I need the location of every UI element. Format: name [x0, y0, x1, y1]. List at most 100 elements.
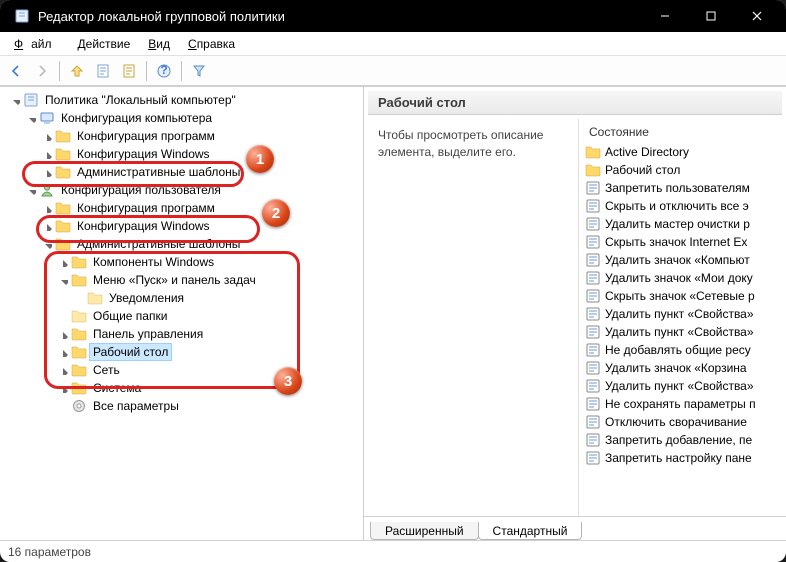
chevron-none-icon [56, 399, 70, 413]
setting-icon [585, 180, 601, 196]
list-item[interactable]: Удалить мастер очистки р [579, 215, 782, 233]
tree-item-label: Политика "Локальный компьютер" [42, 92, 239, 108]
list-item-label: Удалить значок «Корзина [605, 361, 747, 375]
list-item[interactable]: Удалить пункт «Свойства» [579, 305, 782, 323]
tree-item-network[interactable]: Сеть [4, 361, 363, 379]
tree-item-label: Конфигурация Windows [74, 146, 213, 162]
setting-icon [585, 414, 601, 430]
menu-file[interactable]: Файл [6, 34, 68, 54]
help-button[interactable] [152, 59, 176, 83]
tree-item-label: Уведомления [106, 290, 187, 306]
chevron-right-icon[interactable] [40, 201, 54, 215]
menu-view[interactable]: Вид [140, 34, 178, 54]
list-item[interactable]: Удалить пункт «Свойства» [579, 323, 782, 341]
minimize-button[interactable] [642, 0, 688, 32]
folder-icon [55, 128, 71, 144]
list-item[interactable]: Запретить добавление, пе [579, 431, 782, 449]
chevron-down-icon[interactable] [40, 237, 54, 251]
menu-help[interactable]: Справка [180, 34, 243, 54]
export-button[interactable] [117, 59, 141, 83]
list-column-state: Состояние [579, 119, 782, 143]
chevron-down-icon[interactable] [24, 111, 38, 125]
statusbar: 16 параметров [0, 540, 786, 562]
maximize-button[interactable] [688, 0, 734, 32]
gear-icon [71, 398, 87, 414]
list-item[interactable]: Удалить значок «Мои доку [579, 269, 782, 287]
folder-lt-icon [71, 308, 87, 324]
tree-item-u_adm[interactable]: Административные шаблоны [4, 235, 363, 253]
list-item[interactable]: Скрыть значок «Сетевые р [579, 287, 782, 305]
chevron-down-icon[interactable] [8, 93, 22, 107]
list-item[interactable]: Не добавлять общие ресу [579, 341, 782, 359]
up-button[interactable] [65, 59, 89, 83]
list-item[interactable]: Удалить значок «Компьют [579, 251, 782, 269]
chevron-down-icon[interactable] [56, 273, 70, 287]
tree-item-u_soft[interactable]: Конфигурация программ [4, 199, 363, 217]
close-button[interactable] [734, 0, 780, 32]
tabs: Расширенный Стандартный [364, 516, 786, 540]
folder-icon [71, 344, 87, 360]
tree-item-label: Панель управления [90, 326, 206, 342]
setting-icon [585, 450, 601, 466]
chevron-right-icon[interactable] [40, 147, 54, 161]
list-item[interactable]: Рабочий стол [579, 161, 782, 179]
tab-extended[interactable]: Расширенный [370, 522, 479, 540]
tree-item-cpanel[interactable]: Панель управления [4, 325, 363, 343]
tree-item-label: Административные шаблоны [74, 164, 243, 180]
status-text: 16 параметров [8, 545, 91, 559]
setting-icon [585, 342, 601, 358]
tab-standard[interactable]: Стандартный [478, 522, 583, 540]
list-item[interactable]: Не сохранять параметры п [579, 395, 782, 413]
properties-button[interactable] [91, 59, 115, 83]
chevron-right-icon[interactable] [40, 165, 54, 179]
folder-icon [71, 380, 87, 396]
list-item[interactable]: Отключить сворачивание [579, 413, 782, 431]
chevron-right-icon[interactable] [40, 219, 54, 233]
chevron-right-icon[interactable] [40, 129, 54, 143]
tree-item-win_comp[interactable]: Компоненты Windows [4, 253, 363, 271]
menu-action[interactable]: Действие [70, 34, 139, 54]
tree-item-comp_cfg[interactable]: Конфигурация компьютера [4, 109, 363, 127]
back-button[interactable] [4, 59, 28, 83]
tree-item-u_win[interactable]: Конфигурация Windows [4, 217, 363, 235]
tree-item-start_menu[interactable]: Меню «Пуск» и панель задач [4, 271, 363, 289]
chevron-right-icon[interactable] [56, 381, 70, 395]
list-item[interactable]: Active Directory [579, 143, 782, 161]
toolbar-separator [59, 61, 60, 81]
list-item[interactable]: Скрыть значок Internet Ex [579, 233, 782, 251]
setting-icon [585, 324, 601, 340]
tree-item-system[interactable]: Система [4, 379, 363, 397]
tree-item-label: Меню «Пуск» и панель задач [90, 272, 259, 288]
tree-item-win_cfg[interactable]: Конфигурация Windows [4, 145, 363, 163]
chevron-right-icon[interactable] [56, 345, 70, 359]
list-item-label: Active Directory [605, 145, 689, 159]
app-window: Редактор локальной групповой политики Фа… [0, 0, 786, 562]
chevron-down-icon[interactable] [24, 183, 38, 197]
tree-item-user_cfg[interactable]: Конфигурация пользователя [4, 181, 363, 199]
chevron-right-icon[interactable] [56, 327, 70, 341]
tree-item-root[interactable]: Политика "Локальный компьютер" [4, 91, 363, 109]
list-item-label: Отключить сворачивание [605, 415, 747, 429]
folder-icon [55, 146, 71, 162]
toolbar-separator [146, 61, 147, 81]
tree-item-soft_cfg[interactable]: Конфигурация программ [4, 127, 363, 145]
forward-button[interactable] [30, 59, 54, 83]
tree-item-all_params[interactable]: Все параметры [4, 397, 363, 415]
tree-item-adm_tpl[interactable]: Административные шаблоны [4, 163, 363, 181]
list-item[interactable]: Удалить значок «Корзина [579, 359, 782, 377]
folder-icon [71, 272, 87, 288]
list-item[interactable]: Запретить настройку пане [579, 449, 782, 467]
filter-button[interactable] [187, 59, 211, 83]
details-pane: Рабочий стол Чтобы просмотреть описание … [364, 87, 786, 540]
toolbar [0, 56, 786, 86]
list-item[interactable]: Скрыть и отключить все э [579, 197, 782, 215]
tree-item-label: Административные шаблоны [74, 236, 243, 252]
list-item[interactable]: Удалить пункт «Свойства» [579, 377, 782, 395]
list-item[interactable]: Запретить пользователям [579, 179, 782, 197]
tree-item-notif[interactable]: Уведомления [4, 289, 363, 307]
tree-item-shared[interactable]: Общие папки [4, 307, 363, 325]
tree-item-desktop[interactable]: Рабочий стол [4, 343, 363, 361]
folder-icon [55, 200, 71, 216]
chevron-right-icon[interactable] [56, 255, 70, 269]
chevron-right-icon[interactable] [56, 363, 70, 377]
